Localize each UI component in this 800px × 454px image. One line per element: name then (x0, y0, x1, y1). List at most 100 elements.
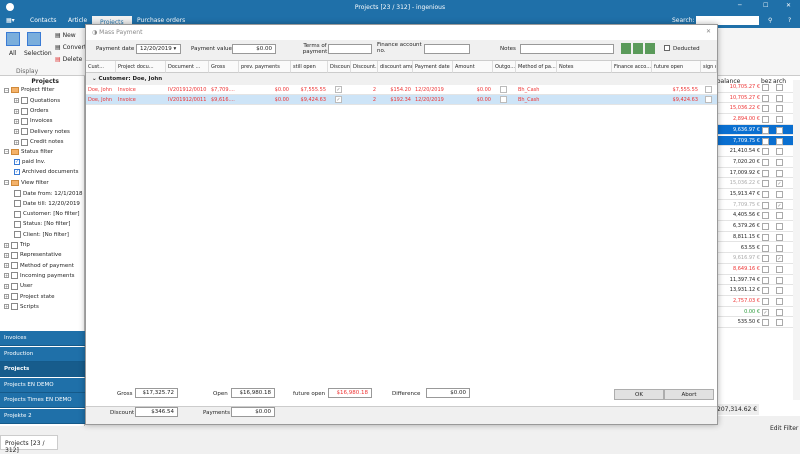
convert-button[interactable]: ▤ Convert (55, 44, 86, 51)
tree-item[interactable]: − Project filter (4, 87, 54, 93)
tree-item[interactable]: ✓ Archived documents (14, 169, 78, 176)
nav-projects-en-demo[interactable]: Projects EN DEMO (0, 377, 85, 393)
table-all-icon[interactable] (6, 32, 20, 46)
arch-checkbox[interactable] (776, 223, 783, 231)
column-header[interactable]: Project docu... (116, 61, 166, 73)
bez-checkbox[interactable] (762, 233, 769, 241)
table-selection-icon[interactable] (27, 32, 41, 46)
bez-checkbox[interactable] (762, 94, 769, 102)
bez-checkbox[interactable] (762, 244, 769, 252)
bez-checkbox[interactable] (762, 223, 769, 231)
expand-icon[interactable]: + (14, 98, 19, 104)
bez-checkbox[interactable] (762, 158, 769, 166)
payment-date-picker[interactable]: 12/20/2019 ▾ (136, 44, 181, 54)
ok-button[interactable]: OK (614, 389, 664, 400)
status-tab[interactable]: Projects [23 / 312] (0, 435, 58, 454)
nav-projects-times-en-demo[interactable]: Projects Times EN DEMO (0, 393, 85, 408)
expand-icon[interactable]: + (14, 129, 19, 135)
all-button[interactable]: All (9, 50, 16, 57)
bez-checkbox[interactable] (762, 298, 769, 305)
bez-checkbox[interactable] (762, 201, 769, 209)
bez-checkbox[interactable] (762, 265, 769, 273)
bez-checkbox[interactable] (762, 180, 769, 188)
bez-checkbox[interactable] (762, 212, 769, 220)
arch-checkbox[interactable] (776, 94, 783, 102)
finance-account-select[interactable] (424, 44, 470, 54)
arch-checkbox[interactable] (776, 233, 783, 241)
tree-item[interactable]: + Trip (4, 241, 30, 249)
table-row[interactable]: Doe, John Invoice IV201912/0010 $7,709.... $… (86, 85, 717, 95)
arch-checkbox[interactable]: ✓ (776, 180, 783, 188)
checkbox-icon[interactable]: ✓ (14, 169, 20, 176)
maximize-button[interactable]: ☐ (763, 2, 768, 9)
column-header[interactable]: prev. payments (239, 61, 291, 73)
bez-checkbox[interactable] (762, 105, 769, 113)
tree-item[interactable]: Date from: 12/1/2018 (14, 190, 83, 197)
bez-checkbox[interactable] (762, 255, 769, 263)
table-row[interactable]: Doe, John Invoice IV201912/0011 $9,616.... $… (86, 95, 717, 105)
bez-checkbox[interactable] (762, 116, 769, 124)
arch-checkbox[interactable] (776, 191, 783, 198)
nav-projekte-2[interactable]: Projekte 2 (0, 408, 85, 424)
column-header[interactable]: sign out (701, 61, 717, 73)
column-header[interactable]: Discount (328, 61, 351, 73)
discount-checkbox[interactable]: ✓ (335, 96, 342, 103)
bez-checkbox[interactable] (762, 126, 769, 134)
dialog-close-icon[interactable]: ✕ (706, 28, 711, 35)
sign-out-checkbox[interactable] (705, 86, 712, 93)
bez-checkbox[interactable]: ✓ (762, 308, 769, 316)
column-header[interactable]: Finance acco... (612, 61, 652, 73)
expand-icon[interactable]: + (4, 273, 9, 279)
terms-of-payment-select[interactable] (328, 44, 372, 54)
bez-checkbox[interactable] (762, 276, 769, 284)
expand-icon[interactable]: + (4, 252, 9, 258)
tree-item[interactable]: + Incoming payments (4, 272, 74, 280)
tree-item[interactable]: Status: [No filter] (14, 220, 70, 228)
column-header[interactable]: Amount (453, 61, 493, 73)
column-header[interactable]: Method of pa... (516, 61, 557, 73)
expand-icon[interactable]: + (4, 263, 9, 269)
abort-button[interactable]: Abort (664, 389, 714, 400)
tree-item[interactable]: + Project state (4, 293, 55, 300)
help-icon[interactable]: ? (788, 17, 791, 24)
tree-item[interactable]: − View filter (4, 179, 49, 186)
tree-item[interactable]: + Credit notes (14, 138, 64, 146)
app-menu-icon[interactable]: ▦▾ (6, 17, 15, 24)
expand-icon[interactable]: − (4, 180, 9, 186)
payment-action-icon-2[interactable] (633, 43, 643, 54)
checkbox-icon[interactable]: ✓ (14, 159, 20, 166)
column-header[interactable]: Cust... (86, 61, 116, 73)
tree-item[interactable]: − Status filter (4, 148, 53, 155)
bez-checkbox[interactable] (762, 319, 769, 327)
arch-checkbox[interactable] (776, 169, 783, 177)
arch-checkbox[interactable] (776, 84, 783, 91)
discount-checkbox[interactable]: ✓ (335, 86, 342, 93)
sign-out-checkbox[interactable] (705, 96, 712, 103)
expand-icon[interactable]: + (4, 304, 9, 310)
delete-button[interactable]: ▤ Delete (55, 56, 82, 63)
expand-icon[interactable]: + (14, 108, 19, 114)
arch-checkbox[interactable] (776, 308, 783, 316)
tree-item[interactable]: + Quotations (14, 97, 60, 105)
column-header[interactable]: Document ... (166, 61, 209, 73)
group-row[interactable]: ⌄ Customer: Doe, John (86, 73, 717, 85)
arch-checkbox[interactable] (776, 148, 783, 156)
column-header[interactable]: Payment date (413, 61, 453, 73)
expand-icon[interactable]: + (14, 118, 19, 124)
arch-checkbox[interactable] (776, 116, 783, 124)
arch-checkbox[interactable] (776, 276, 783, 284)
tree-item[interactable]: + Scripts (4, 303, 39, 311)
bez-checkbox[interactable] (762, 287, 769, 295)
bez-checkbox[interactable] (762, 84, 769, 91)
tree-item[interactable]: Customer: [No filter] (14, 210, 80, 218)
expand-icon[interactable]: + (14, 139, 19, 145)
expand-icon[interactable]: + (4, 242, 9, 248)
arch-checkbox[interactable] (776, 137, 783, 145)
minimize-button[interactable]: ─ (738, 2, 742, 9)
arch-checkbox[interactable] (776, 265, 783, 273)
arch-checkbox[interactable] (776, 212, 783, 220)
bez-checkbox[interactable] (762, 169, 769, 177)
expand-icon[interactable]: − (4, 149, 9, 155)
expand-icon[interactable]: + (4, 294, 9, 299)
notes-input[interactable] (520, 44, 614, 54)
